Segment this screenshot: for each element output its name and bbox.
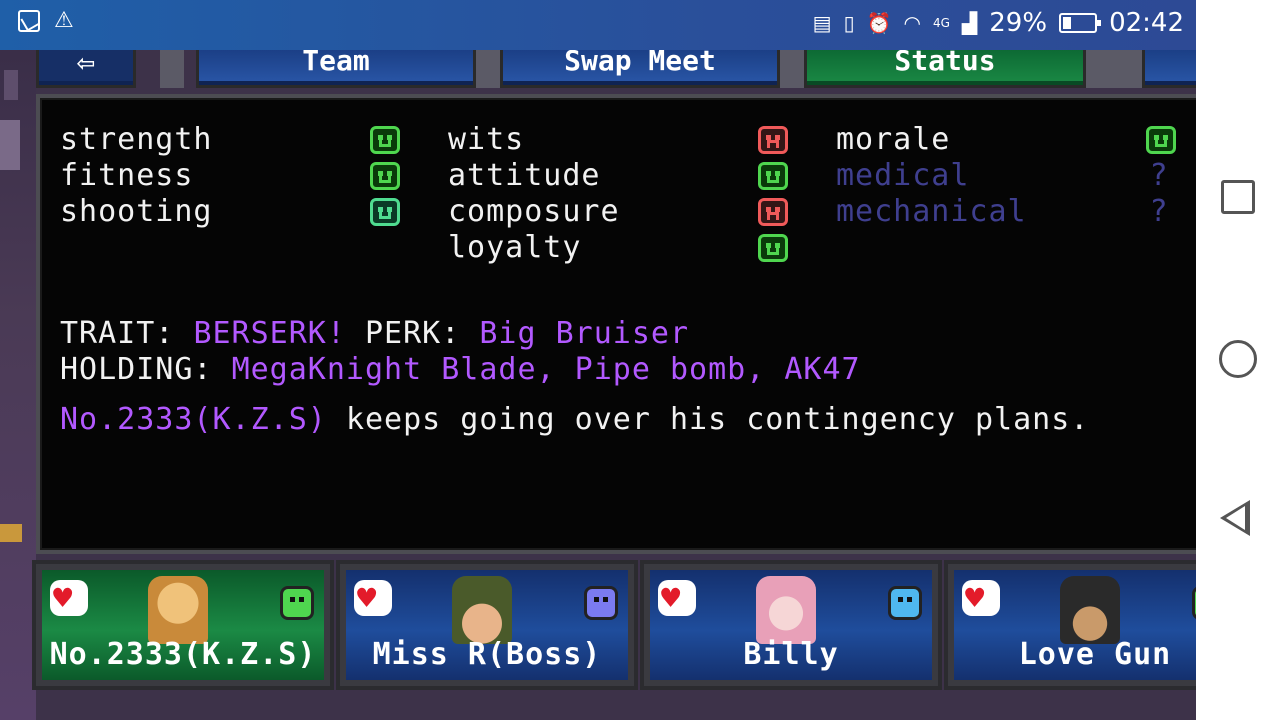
happy-face-icon (370, 162, 400, 190)
holding-value: MegaKnight Blade, Pipe bomb, AK47 (231, 352, 861, 387)
wifi-icon: ◠ (903, 11, 921, 35)
recents-button[interactable] (1221, 180, 1255, 214)
narration-line: No.2333(K.Z.S) keeps going over his cont… (60, 402, 1089, 438)
stat-label: attitude (448, 158, 601, 193)
mood-face-icon (280, 586, 314, 620)
trait-label: TRAIT: (60, 316, 175, 351)
trait-perk-row: TRAIT: BERSERK! PERK: Big Bruiser (60, 316, 861, 352)
stats-column-2: wits attitude composure loyalty (448, 122, 790, 266)
battery-icon (1059, 13, 1102, 33)
stat-fitness: fitness (60, 158, 402, 194)
status-panel: strength fitness shooting wits attitude comp… (36, 94, 1196, 554)
stat-strength: strength (60, 122, 402, 158)
nfc-icon: ▤ (812, 11, 832, 35)
stat-label: composure (448, 194, 620, 229)
home-button[interactable] (1219, 340, 1257, 378)
heart-icon: ♥ (962, 580, 1000, 616)
team-member-name: No.2333(K.Z.S) (49, 637, 317, 672)
back-arrow-icon: ⇦ (76, 50, 96, 80)
tab-next[interactable] (1142, 50, 1196, 88)
signal-icon: ▟ (961, 11, 978, 35)
system-nav-bar (1196, 0, 1280, 720)
tab-bar: ⇦ Team Swap Meet Status (36, 50, 1196, 90)
heart-icon: ♥ (658, 580, 696, 616)
perk-label: PERK: (365, 316, 461, 351)
character-portrait (756, 576, 816, 644)
holding-label: HOLDING: (60, 352, 213, 387)
holding-row: HOLDING: MegaKnight Blade, Pipe bomb, AK… (60, 352, 861, 388)
stats-column-3: morale medical? mechanical? (836, 122, 1178, 230)
battery-percent: 29% (989, 8, 1048, 38)
back-button[interactable]: ⇦ (36, 50, 136, 88)
sad-face-icon (758, 198, 788, 226)
tab-swap-meet-label: Swap Meet (564, 50, 716, 77)
stat-attitude: attitude (448, 158, 790, 194)
stat-label: mechanical (836, 194, 1027, 229)
stat-loyalty: loyalty (448, 230, 790, 266)
tab-status-label: Status (894, 50, 996, 77)
character-info: TRAIT: BERSERK! PERK: Big Bruiser HOLDIN… (60, 316, 861, 388)
stat-label: medical (836, 158, 970, 193)
tab-status[interactable]: Status (804, 50, 1086, 88)
heart-icon: ♥ (354, 580, 392, 616)
signal-label: 4G (932, 16, 950, 30)
stat-label: fitness (60, 158, 194, 193)
narration-subject: No.2333(K.Z.S) (60, 402, 327, 437)
stat-shooting: shooting (60, 194, 402, 230)
stat-composure: composure (448, 194, 790, 230)
sad-face-icon (758, 126, 788, 154)
narration-text: keeps going over his contingency plans. (345, 402, 1090, 437)
perk-value: Big Bruiser (479, 316, 690, 351)
happy-face-icon (370, 198, 400, 226)
warning-icon: ⚠ (54, 8, 74, 33)
stat-label: loyalty (448, 230, 582, 265)
tab-team[interactable]: Team (196, 50, 476, 88)
vibrate-icon: ▯ (843, 11, 855, 35)
team-member-card[interactable]: ♥ Billy (640, 560, 942, 690)
team-roster: ♥ No.2333(K.Z.S) ♥ Miss R(Boss) ♥ Billy ♥ Love … (32, 560, 1196, 690)
unknown-stat-icon: ? (1149, 194, 1169, 229)
tab-swap-meet[interactable]: Swap Meet (500, 50, 780, 88)
mood-face-icon (584, 586, 618, 620)
stat-wits: wits (448, 122, 790, 158)
system-status-bar: ⚠ ▤ ▯ ⏰ ◠ 4G ▟ 29% 02:42 (0, 0, 1196, 50)
team-member-card[interactable]: ♥ Miss R(Boss) (336, 560, 638, 690)
character-portrait (452, 576, 512, 644)
character-portrait (1060, 576, 1120, 644)
stat-label: strength (60, 122, 213, 157)
alarm-icon: ⏰ (866, 11, 892, 35)
stat-label: shooting (60, 194, 213, 229)
team-member-name: Billy (743, 637, 839, 672)
stat-label: wits (448, 122, 525, 157)
back-nav-button[interactable] (1220, 500, 1250, 536)
trait-value: BERSERK! (193, 316, 346, 351)
background-scenery (0, 50, 36, 720)
stat-label: morale (836, 122, 951, 157)
team-member-name: Miss R(Boss) (372, 637, 602, 672)
happy-face-icon (370, 126, 400, 154)
heart-icon: ♥ (50, 580, 88, 616)
unknown-stat-icon: ? (1149, 158, 1169, 193)
happy-face-icon (1146, 126, 1176, 154)
stat-mechanical: mechanical? (836, 194, 1178, 230)
team-member-card[interactable]: ♥ Love Gun (944, 560, 1196, 690)
tab-team-label: Team (302, 50, 370, 77)
team-member-card[interactable]: ♥ No.2333(K.Z.S) (32, 560, 334, 690)
image-icon (18, 10, 40, 32)
mood-face-icon (888, 586, 922, 620)
game-screen: ⇦ Team Swap Meet Status strength fitness s… (0, 50, 1196, 720)
character-portrait (148, 576, 208, 644)
stat-morale: morale (836, 122, 1178, 158)
stat-medical: medical? (836, 158, 1178, 194)
stats-column-1: strength fitness shooting (60, 122, 402, 230)
happy-face-icon (758, 234, 788, 262)
clock: 02:42 (1109, 8, 1184, 38)
happy-face-icon (758, 162, 788, 190)
team-member-name: Love Gun (1018, 637, 1172, 672)
